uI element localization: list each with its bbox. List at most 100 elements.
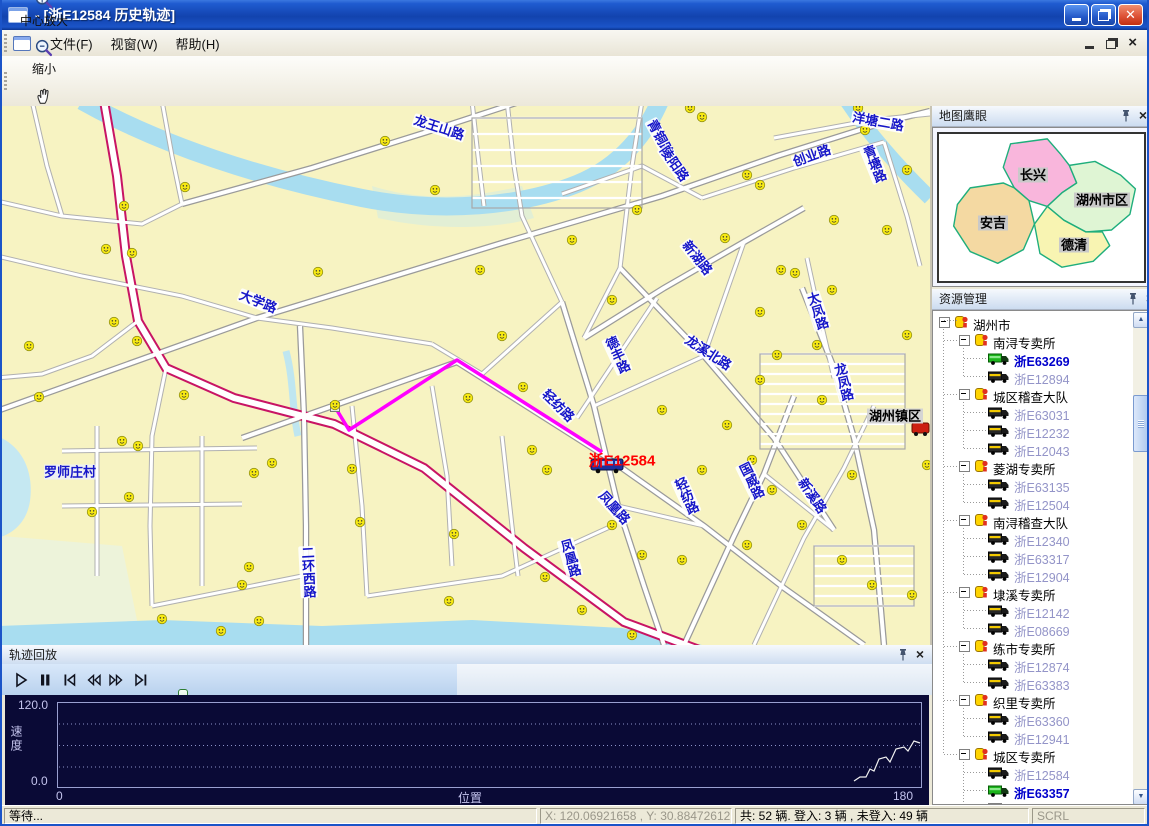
vehicle-marker-icon[interactable] [216,626,226,636]
vehicle-marker-icon[interactable] [922,460,930,470]
restore-button[interactable] [1091,4,1116,26]
tree-item[interactable]: 浙E12904 [933,565,1133,583]
tree-collapse-icon[interactable] [939,317,950,328]
close-button[interactable]: ✕ [1118,4,1143,26]
tree-item[interactable]: 城区专卖所 [933,745,1133,763]
vehicle-marker-icon[interactable] [444,596,454,606]
vehicle-marker-icon[interactable] [313,267,323,277]
vehicle-marker-icon[interactable] [776,265,786,275]
tree-scrollbar[interactable]: ▲ ▼ [1133,312,1149,805]
pin-icon[interactable] [1127,292,1139,306]
vehicle-marker-icon[interactable] [657,405,667,415]
vehicle-marker-icon[interactable] [577,605,587,615]
tree-item[interactable]: 湖州市 [933,313,1133,331]
tree-item[interactable]: 浙E12340 [933,529,1133,547]
scrollbar-thumb[interactable] [1133,395,1149,452]
tree-collapse-icon[interactable] [959,641,970,652]
pin-icon[interactable] [897,648,909,662]
vehicle-marker-icon[interactable] [430,185,440,195]
vehicle-marker-icon[interactable] [124,492,134,502]
playback-rewind-button[interactable] [81,667,104,692]
tree-item[interactable]: 浙E63357 [933,781,1133,799]
tree-item[interactable]: 浙E12504 [933,493,1133,511]
vehicle-marker-icon[interactable] [518,382,528,392]
vehicle-marker-icon[interactable] [742,540,752,550]
tree-collapse-icon[interactable] [959,587,970,598]
vehicle-marker-icon[interactable] [101,244,111,254]
tree-item[interactable]: 浙E12941 [933,727,1133,745]
vehicle-marker-icon[interactable] [867,580,877,590]
vehicle-marker-icon[interactable] [87,507,97,517]
tree-item[interactable]: 浙E63360 [933,709,1133,727]
tree-item[interactable]: 浙E12874 [933,655,1133,673]
vehicle-marker-icon[interactable] [497,331,507,341]
vehicle-marker-icon[interactable] [627,630,637,640]
vehicle-marker-icon[interactable] [24,341,34,351]
close-icon[interactable]: × [916,647,924,662]
toolbar-grip[interactable] [4,72,7,90]
vehicle-marker-icon[interactable] [767,485,777,495]
vehicle-marker-icon[interactable] [755,375,765,385]
vehicle-marker-icon[interactable] [907,590,917,600]
map-canvas[interactable] [2,106,930,645]
map-viewport[interactable]: 龙王山路青铜路洋塘二路青塘路创业路陵阳路新湖路大学路德丰路龙溪北路轻纺路轻纺路凤… [2,106,931,645]
vehicle-marker-icon[interactable] [237,580,247,590]
tree-item[interactable]: 菱湖专卖所 [933,457,1133,475]
tree-item[interactable]: 浙E08669 [933,619,1133,637]
vehicle-marker-icon[interactable] [157,614,167,624]
tree-collapse-icon[interactable] [959,335,970,346]
tree-collapse-icon[interactable] [959,389,970,400]
vehicle-marker-icon[interactable] [827,285,837,295]
scroll-up-icon[interactable]: ▲ [1133,312,1149,328]
vehicle-marker-icon[interactable] [254,616,264,626]
tree-collapse-icon[interactable] [959,749,970,760]
mdi-close-icon[interactable]: × [1128,36,1137,50]
menubar-grip[interactable] [4,34,7,52]
tree-collapse-icon[interactable] [959,695,970,706]
vehicle-marker-icon[interactable] [720,233,730,243]
tree-item[interactable]: 南浔稽查大队 [933,511,1133,529]
tree-item[interactable]: 浙E63317 [933,547,1133,565]
vehicle-marker-icon[interactable] [829,215,839,225]
vehicle-marker-icon[interactable] [847,470,857,480]
vehicle-marker-icon[interactable] [527,445,537,455]
vehicle-marker-icon[interactable] [330,400,340,410]
vehicle-marker-icon[interactable] [837,555,847,565]
vehicle-marker-icon[interactable] [632,205,642,215]
tree-item[interactable]: 浙E63269 [933,349,1133,367]
vehicle-marker-icon[interactable] [697,112,707,122]
vehicle-marker-icon[interactable] [133,441,143,451]
vehicle-marker-icon[interactable] [902,330,912,340]
tree-item[interactable]: 织里专卖所 [933,691,1133,709]
vehicle-marker-icon[interactable] [567,235,577,245]
vehicle-marker-icon[interactable] [347,464,357,474]
vehicle-marker-icon[interactable] [34,392,44,402]
vehicle-marker-icon[interactable] [812,340,822,350]
mdi-restore-icon[interactable] [1106,40,1116,49]
tree-item[interactable]: 浙E12142 [933,601,1133,619]
overview-map[interactable]: 长兴湖州市区安吉德清 [932,127,1149,287]
menu-help[interactable]: 帮助(H) [167,31,229,56]
tree-item[interactable]: 埭溪专卖所 [933,583,1133,601]
vehicle-marker-icon[interactable] [179,390,189,400]
tree-item[interactable]: 南浔专卖所 [933,331,1133,349]
vehicle-marker-icon[interactable] [449,529,459,539]
vehicle-marker-icon[interactable] [882,225,892,235]
toolbar-button-zoom-out[interactable]: 缩小 [12,33,76,81]
vehicle-marker-icon[interactable] [790,268,800,278]
pin-icon[interactable] [1120,109,1132,123]
tree-item[interactable]: 浙E63031 [933,403,1133,421]
playback-pause-button[interactable] [33,667,56,692]
vehicle-marker-icon[interactable] [109,317,119,327]
minimize-button[interactable] [1064,4,1089,26]
tree-item[interactable]: 浙E12894 [933,367,1133,385]
playback-skip-start-button[interactable] [57,667,80,692]
vehicle-marker-icon[interactable] [755,307,765,317]
vehicle-marker-icon[interactable] [463,393,473,403]
vehicle-marker-icon[interactable] [540,572,550,582]
close-icon[interactable]: × [1139,108,1147,123]
tree-collapse-icon[interactable] [959,515,970,526]
vehicle-marker-icon[interactable] [772,350,782,360]
tree-item[interactable]: 城区稽查大队 [933,385,1133,403]
playback-skip-end-button[interactable] [129,667,152,692]
